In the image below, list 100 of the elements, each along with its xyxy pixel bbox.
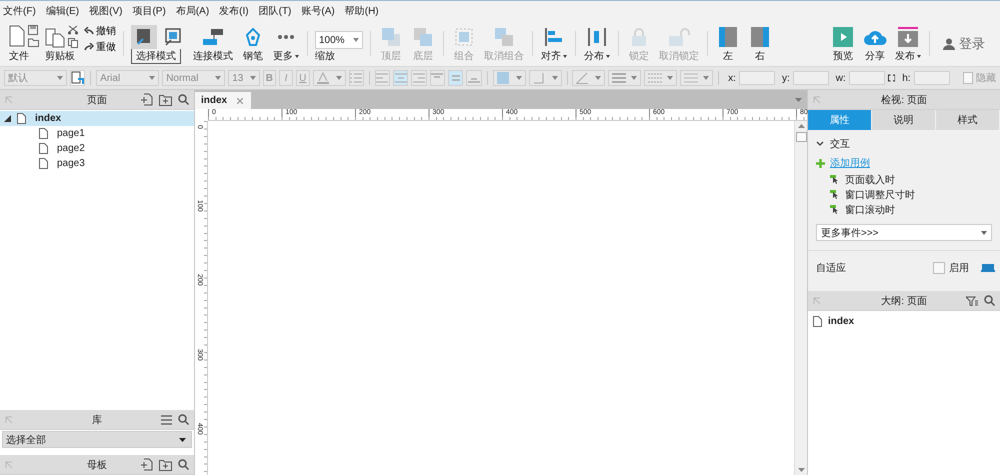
menu-item[interactable]: 发布(I) (219, 4, 249, 18)
adaptive-label: 自适应 (816, 262, 846, 275)
menu-item[interactable]: 账号(A) (301, 4, 335, 18)
login-button[interactable]: 登录 (937, 21, 991, 66)
toolbar-button[interactable]: 左 (715, 21, 741, 66)
menu-item[interactable]: 帮助(H) (344, 4, 379, 18)
coordinate-field[interactable] (914, 71, 950, 85)
lock-icon (629, 27, 649, 47)
toolbar-button[interactable]: 连接模式 (192, 21, 234, 66)
zoom-select[interactable]: 100% (315, 31, 363, 49)
coordinate-field[interactable] (738, 71, 775, 85)
section-header[interactable]: 交互 (816, 136, 992, 152)
toolbar-label: 选择模式 (131, 49, 181, 64)
group-icon (454, 27, 474, 47)
search-icon[interactable] (984, 295, 995, 306)
toolbar-button[interactable]: 分布 (583, 21, 611, 66)
toolbar-button[interactable]: 右 (747, 21, 773, 66)
undock-icon[interactable] (813, 296, 821, 304)
dropdown-arrow-icon (179, 438, 186, 442)
toolbar-button[interactable]: 钢笔 (240, 21, 266, 66)
search-icon[interactable] (178, 94, 189, 105)
dock-left-icon (719, 27, 737, 47)
search-icon[interactable] (178, 459, 189, 470)
library-select[interactable]: 选择全部 (2, 431, 192, 448)
fill-color-icon (496, 72, 509, 84)
checkbox[interactable] (933, 262, 945, 274)
add-folder-icon[interactable] (159, 94, 172, 106)
paste-icon[interactable] (45, 26, 65, 48)
shadow-icon (532, 72, 545, 84)
page-tree-item[interactable]: page1 (0, 126, 194, 141)
menu-item[interactable]: 编辑(E) (46, 4, 80, 18)
tab-menu-icon[interactable] (795, 98, 802, 102)
field-label: h: (902, 72, 911, 84)
event-cursor-icon (830, 205, 839, 214)
inspector-tab[interactable]: 样式 (936, 110, 1000, 130)
menu-item[interactable]: 项目(P) (132, 4, 166, 18)
pen-icon (244, 27, 262, 47)
event-item[interactable]: 窗口滚动时 (816, 202, 992, 217)
add-page-icon[interactable] (141, 93, 153, 106)
undock-icon[interactable] (813, 96, 821, 104)
undock-icon[interactable] (5, 416, 13, 424)
download-icon (898, 27, 918, 47)
send-back-icon (413, 27, 433, 47)
toolbar-button[interactable]: 发布 (894, 21, 922, 66)
scrollbar-thumb[interactable] (796, 132, 806, 142)
text-align-icon (394, 73, 407, 83)
menu-item[interactable]: 团队(T) (258, 4, 292, 18)
scroll-up-icon[interactable] (798, 124, 804, 128)
page-tree-item[interactable]: index (0, 111, 194, 126)
mode-button[interactable] (131, 25, 157, 49)
undock-icon[interactable] (5, 96, 13, 104)
copy-icon[interactable] (68, 38, 78, 48)
event-item[interactable]: 窗口调整尺寸时 (816, 187, 992, 202)
outline-item[interactable]: index (813, 314, 995, 328)
document-tab[interactable]: index (195, 92, 252, 109)
toolbar-button[interactable]: 预览 (830, 21, 856, 66)
page-icon (39, 128, 48, 139)
menu-item[interactable]: 文件(F) (3, 4, 36, 18)
page-icon (17, 113, 26, 124)
save-icon[interactable] (28, 25, 38, 35)
checkbox-label: 启用 (949, 262, 969, 275)
search-icon[interactable] (178, 414, 189, 425)
menu-item[interactable]: 布局(A) (176, 4, 210, 18)
page-icon (813, 316, 822, 326)
add-page-icon[interactable] (141, 458, 153, 471)
page-tree-item[interactable]: page3 (0, 156, 194, 171)
cut-icon[interactable] (68, 25, 78, 35)
menu-item[interactable]: 视图(V) (89, 4, 122, 18)
new-file-icon[interactable] (9, 25, 25, 47)
select-mode-icon (135, 28, 153, 46)
close-icon[interactable] (237, 98, 244, 104)
toolbar-button[interactable]: 分享 (862, 21, 888, 66)
add-folder-icon[interactable] (159, 458, 172, 470)
toolbar-button[interactable]: 更多 (272, 21, 300, 66)
aspect-lock-icon[interactable] (888, 74, 896, 82)
history-button[interactable]: 撤销 (84, 24, 116, 38)
unlock-icon (667, 27, 691, 47)
menu-icon[interactable] (161, 414, 172, 424)
devices-icon[interactable] (981, 264, 995, 272)
panel-title: 检视: 页面 (881, 94, 927, 106)
toolbar-button[interactable]: 对齐 (540, 21, 568, 66)
coordinate-field[interactable] (792, 71, 829, 85)
undock-icon[interactable] (5, 460, 13, 468)
align-left-icon (544, 27, 564, 47)
coordinate-field[interactable] (848, 71, 885, 85)
checkbox[interactable] (962, 72, 973, 84)
history-button[interactable]: 重做 (84, 40, 116, 54)
page-tree-item[interactable]: page2 (0, 141, 194, 156)
scroll-down-icon[interactable] (798, 468, 804, 472)
collapse-arrow-icon[interactable] (4, 115, 11, 122)
inspector-tab[interactable]: 说明 (872, 110, 936, 130)
field-label: w: (836, 72, 846, 84)
filter-icon[interactable] (966, 296, 978, 306)
format-button[interactable] (70, 70, 86, 86)
scrollbar[interactable] (794, 121, 807, 475)
select-mode-icon (164, 28, 182, 46)
event-item[interactable]: 页面载入时 (816, 172, 992, 187)
text-color-icon (316, 72, 329, 84)
folder-icon[interactable] (28, 38, 39, 47)
more-events-select[interactable]: 更多事件>>> (816, 224, 992, 241)
